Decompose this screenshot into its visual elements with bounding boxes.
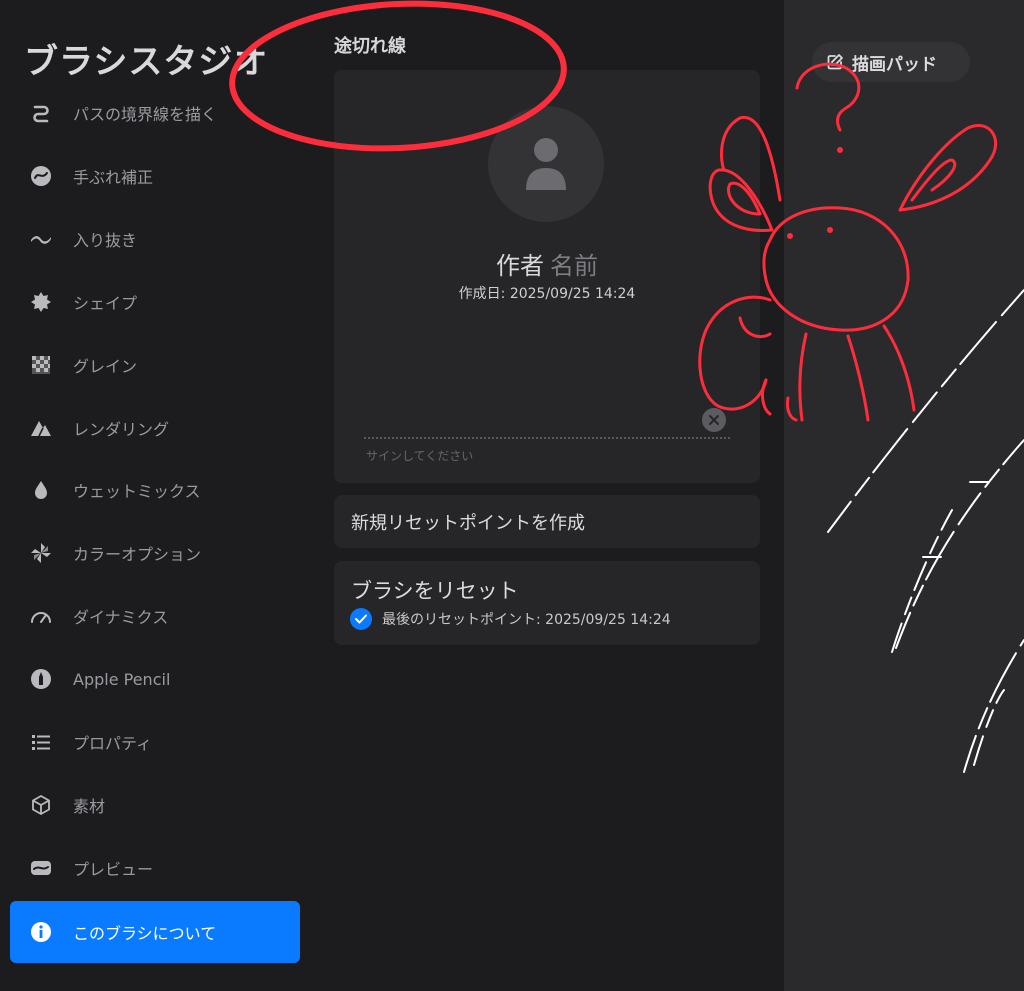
brush-name: 途切れ線 [334, 36, 406, 57]
clear-signature-button[interactable] [702, 408, 726, 432]
create-reset-point-label: 新規リセットポイントを作成 [351, 512, 585, 534]
drawing-pad[interactable]: 描画パッド [784, 0, 1024, 991]
sidebar-item-dynamics[interactable]: ダイナミクス [10, 585, 300, 648]
grain-icon [30, 354, 52, 376]
apple-pencil-icon [30, 668, 52, 690]
color-options-icon [30, 542, 52, 564]
stroke-path-icon [30, 102, 52, 124]
sidebar-item-grain[interactable]: グレイン [10, 333, 300, 396]
sidebar-item-taper[interactable]: 入り抜き [10, 208, 300, 271]
sidebar-item-stroke-path[interactable]: パスの境界線を描く [10, 82, 300, 145]
sidebar-item-color-options[interactable]: カラーオプション [10, 522, 300, 585]
signature-area[interactable] [364, 437, 730, 439]
about-panel: 途切れ線 作者 名前 作成日: 2025/09/25 14:24 サインしてくださ… [310, 0, 784, 991]
sidebar-item-label: パスの境界線を描く [73, 105, 218, 125]
signature-hint: サインしてください [366, 449, 474, 463]
preview-icon [30, 857, 52, 879]
sidebar-item-label: 入り抜き [73, 231, 138, 251]
sidebar-item-label: Apple Pencil [73, 669, 171, 689]
dynamics-icon [30, 605, 52, 627]
sidebar-item-properties[interactable]: プロパティ [10, 710, 300, 773]
author-name-input[interactable]: 名前 [550, 252, 598, 280]
author-label: 作者 [496, 252, 544, 280]
sidebar-item-label: プロパティ [73, 733, 153, 753]
sidebar-item-label: ダイナミクス [73, 608, 169, 628]
sidebar-item-label: このブラシについて [73, 923, 217, 943]
info-icon [30, 921, 52, 943]
drawing-pad-button[interactable]: 描画パッド [812, 42, 970, 82]
drawing-pad-label: 描画パッド [852, 54, 937, 75]
sidebar-item-label: 手ぶれ補正 [73, 168, 154, 188]
sidebar-item-rendering[interactable]: レンダリング [10, 396, 300, 459]
materials-icon [30, 794, 52, 816]
sidebar-item-label: カラーオプション [73, 545, 202, 565]
sidebar-item-materials[interactable]: 素材 [10, 773, 300, 836]
sidebar-item-preview[interactable]: プレビュー [10, 836, 300, 899]
stabilization-icon [30, 165, 52, 187]
checkmark-icon [350, 608, 372, 630]
sidebar-item-apple-pencil[interactable]: Apple Pencil [10, 648, 300, 711]
author-card: 作者 名前 作成日: 2025/09/25 14:24 サインしてください [334, 70, 760, 483]
close-icon [709, 415, 719, 425]
sidebar-item-label: レンダリング [73, 419, 170, 439]
edit-icon [827, 54, 843, 70]
create-reset-point-button[interactable]: 新規リセットポイントを作成 [334, 495, 760, 548]
taper-icon [30, 228, 52, 250]
sidebar-item-label: プレビュー [73, 859, 154, 879]
properties-icon [30, 731, 52, 753]
reset-brush-button[interactable]: ブラシをリセット 最後のリセットポイント: 2025/09/25 14:24 [334, 561, 760, 645]
person-icon [526, 138, 566, 190]
sidebar-item-label: グレイン [73, 356, 138, 376]
sidebar-item-label: 素材 [73, 796, 106, 816]
sidebar: ブラシスタジオ パスの境界線を描く 手ぶれ補正 入り抜き シェイプ グレイン レ… [0, 0, 310, 991]
last-reset-point-text: 最後のリセットポイント: 2025/09/25 14:24 [382, 612, 671, 628]
sidebar-item-wet-mix[interactable]: ウェットミックス [10, 459, 300, 522]
sidebar-item-about-brush[interactable]: このブラシについて [10, 900, 300, 963]
rendering-icon [30, 417, 52, 439]
wet-mix-icon [30, 479, 52, 501]
sidebar-item-label: シェイプ [73, 293, 138, 313]
sidebar-item-shape[interactable]: シェイプ [10, 271, 300, 334]
shape-icon [30, 291, 52, 313]
author-field[interactable]: 作者 名前 [334, 246, 760, 281]
sidebar-item-stabilization[interactable]: 手ぶれ補正 [10, 145, 300, 208]
reset-brush-label: ブラシをリセット [351, 579, 519, 603]
brush-stroke-preview [827, 289, 1024, 773]
sidebar-nav: パスの境界線を描く 手ぶれ補正 入り抜き シェイプ グレイン レンダリング ウェ… [10, 82, 300, 963]
avatar[interactable] [488, 106, 604, 222]
sidebar-item-label: ウェットミックス [73, 482, 201, 502]
app-title: ブラシスタジオ [24, 42, 269, 82]
last-reset-point: 最後のリセットポイント: 2025/09/25 14:24 [350, 608, 671, 630]
created-date: 作成日: 2025/09/25 14:24 [458, 286, 636, 302]
